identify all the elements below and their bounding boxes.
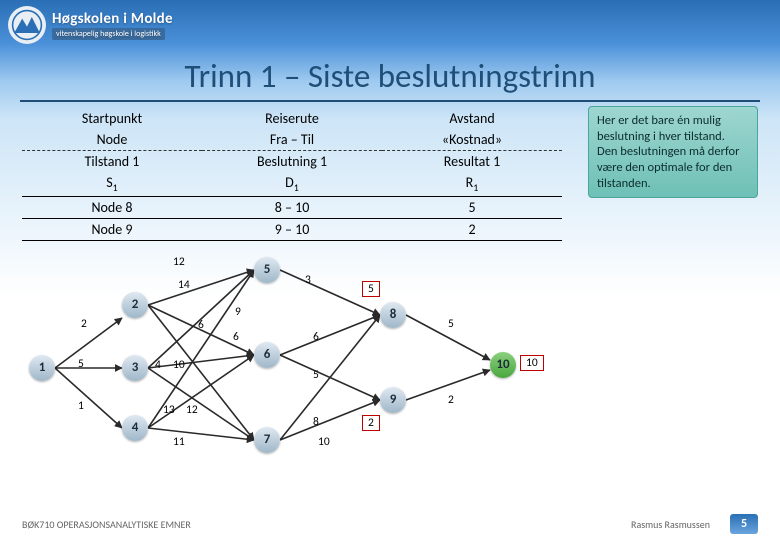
- header: Høgskolen i Molde vitenskapelig høgskole…: [0, 0, 780, 50]
- th-node: Node: [22, 129, 202, 151]
- w-7-12: 12: [185, 403, 199, 417]
- row-n8-c1: Node 8: [22, 196, 202, 218]
- th-cost: «Kostnad»: [382, 129, 562, 151]
- main-content: Her er det bare én mulig beslutning i hv…: [0, 104, 780, 475]
- row-n8-c3: 5: [382, 196, 562, 218]
- result-10: 10: [520, 355, 544, 371]
- row-n9-c1: Node 9: [22, 218, 202, 240]
- w-1-3: 5: [77, 357, 85, 371]
- w-4-5: 12: [172, 255, 186, 269]
- node-8: 8: [380, 302, 406, 328]
- callout-box: Her er det bare én mulig beslutning i hv…: [588, 106, 758, 198]
- node-10: 10: [490, 352, 516, 378]
- node-5: 5: [254, 257, 280, 283]
- node-7: 7: [254, 427, 280, 453]
- row-n9-c3: 2: [382, 218, 562, 240]
- w-5-8: 3: [304, 273, 312, 287]
- w-1-2: 2: [80, 317, 88, 331]
- w-7-11: 11: [172, 435, 186, 449]
- th-dist: Avstand: [382, 108, 562, 129]
- w-8-10: 5: [447, 317, 455, 331]
- row-n9-c2: 9 – 10: [202, 218, 382, 240]
- w-3-6: 4: [154, 358, 162, 372]
- logo: [8, 6, 46, 44]
- w-7-10: 10: [317, 435, 331, 449]
- page-title: Trinn 1 – Siste beslutningstrinn: [20, 56, 760, 102]
- w-6-9: 5: [312, 368, 320, 382]
- th-d: D1: [202, 172, 382, 196]
- w-2-7: 6: [232, 330, 240, 344]
- row-n8-c2: 8 – 10: [202, 196, 382, 218]
- node-3: 3: [122, 355, 148, 381]
- w-6-8: 6: [312, 330, 320, 344]
- w-9-10: 2: [447, 393, 455, 407]
- th-state: Tilstand 1: [22, 151, 202, 173]
- result-9: 2: [362, 415, 380, 431]
- th-res: Resultat 1: [382, 151, 562, 173]
- th-route: Reiserute: [202, 108, 382, 129]
- node-9: 9: [380, 387, 406, 413]
- th-start: Startpunkt: [22, 108, 202, 129]
- node-6: 6: [254, 342, 280, 368]
- th-fromto: Fra – Til: [202, 129, 382, 151]
- th-dec: Beslutning 1: [202, 151, 382, 173]
- node-4: 4: [122, 415, 148, 441]
- page-number: 5: [730, 514, 758, 534]
- brand: Høgskolen i Molde vitenskapelig høgskole…: [52, 10, 173, 40]
- w-2-6: 6: [197, 318, 205, 332]
- decision-table: StartpunktReiseruteAvstand NodeFra – Til…: [22, 108, 562, 241]
- brand-name: Høgskolen i Molde: [52, 10, 173, 28]
- brand-sub: vitenskapelig høgskole i logistikk: [52, 28, 165, 40]
- th-s: S1: [22, 172, 202, 196]
- w-2-5: 9: [234, 305, 242, 319]
- w-4-7: 13: [162, 403, 176, 417]
- result-8: 5: [362, 281, 380, 297]
- th-r: R1: [382, 172, 562, 196]
- footer: BØK710 OPERASJONSANALYTISKE EMNER Rasmus…: [0, 514, 780, 534]
- w-3-7: 10: [172, 358, 186, 372]
- network-graph: 1 2 3 4 5 6 7 8 9 10 2 5 1 12 14 9 6 6 4…: [22, 245, 582, 475]
- footer-left: BØK710 OPERASJONSANALYTISKE EMNER: [22, 518, 191, 531]
- w-4-6: 14: [177, 278, 191, 292]
- footer-right: Rasmus Rasmussen: [631, 518, 710, 531]
- w-7-9: 8: [312, 415, 320, 429]
- w-1-4: 1: [77, 399, 85, 413]
- node-2: 2: [122, 292, 148, 318]
- node-1: 1: [29, 355, 55, 381]
- callout-text: Her er det bare én mulig beslutning i hv…: [597, 113, 739, 191]
